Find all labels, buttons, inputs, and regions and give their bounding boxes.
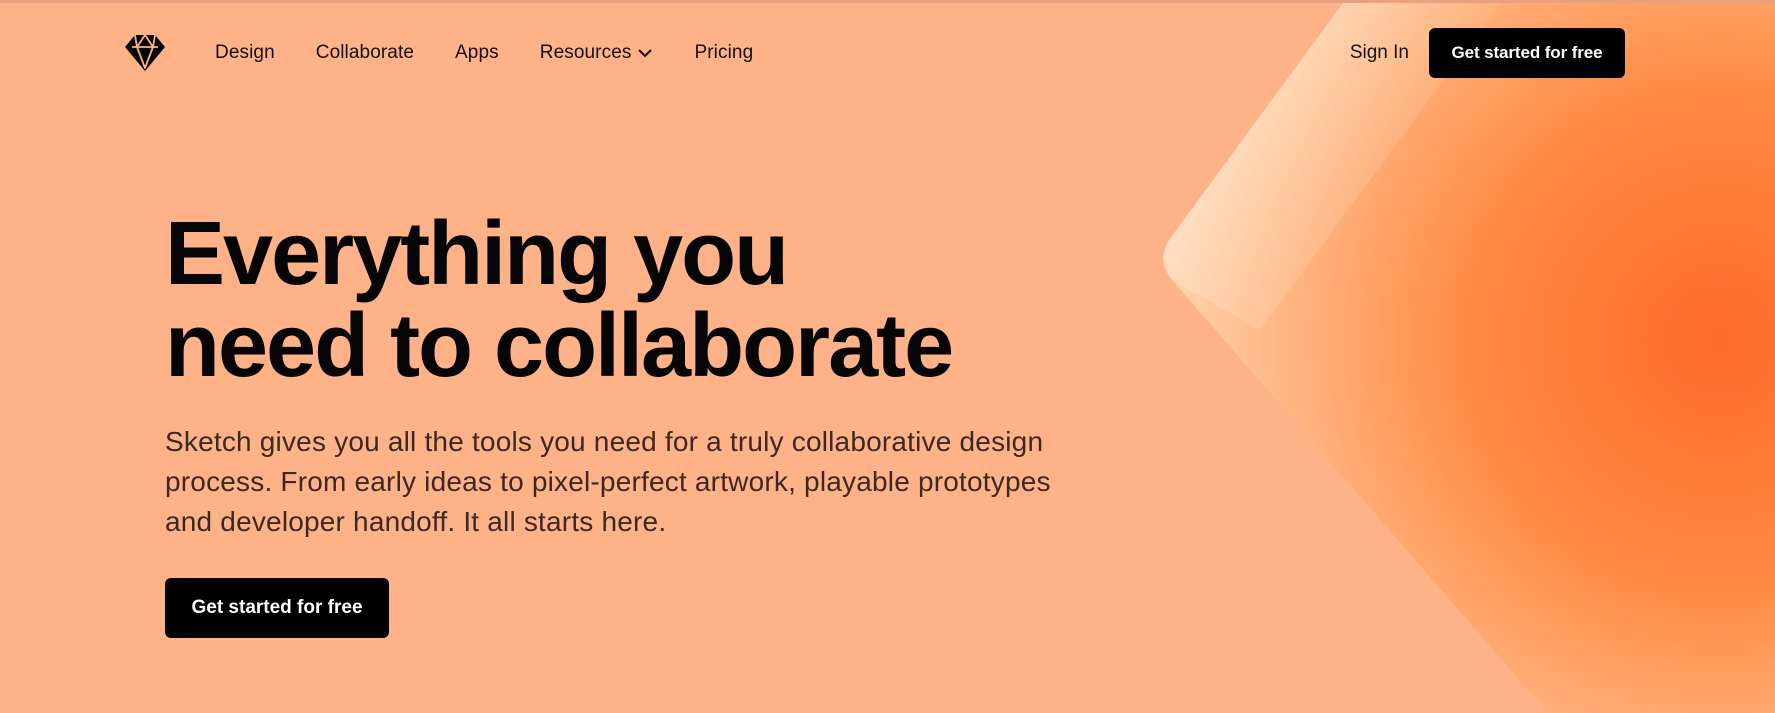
hero-headline: Everything you need to collaborate [165, 208, 1065, 392]
hero-section: Everything you need to collaborate Sketc… [165, 208, 1065, 638]
nav-link-pricing[interactable]: Pricing [694, 42, 753, 64]
sign-in-link[interactable]: Sign In [1350, 38, 1409, 68]
primary-nav: Design Collaborate Apps Resources Pricin… [215, 38, 794, 68]
top-border [0, 0, 1775, 3]
nav-link-resources[interactable]: Resources [540, 42, 654, 64]
hero-headline-line-1: Everything you [165, 204, 789, 304]
nav-link-collaborate[interactable]: Collaborate [316, 42, 414, 64]
get-started-button-hero[interactable]: Get started for free [165, 578, 389, 638]
hero-subtext: Sketch gives you all the tools you need … [165, 426, 1051, 537]
sketch-diamond-icon[interactable] [124, 34, 166, 72]
nav-link-apps[interactable]: Apps [455, 42, 499, 64]
hero-headline-line-2: need to collaborate [165, 296, 954, 396]
nav-link-design[interactable]: Design [215, 42, 275, 64]
top-navigation: Design Collaborate Apps Resources Pricin… [0, 0, 1775, 104]
chevron-down-icon [638, 49, 653, 58]
get-started-button-nav[interactable]: Get started for free [1429, 28, 1625, 78]
nav-link-resources-label: Resources [539, 42, 632, 63]
